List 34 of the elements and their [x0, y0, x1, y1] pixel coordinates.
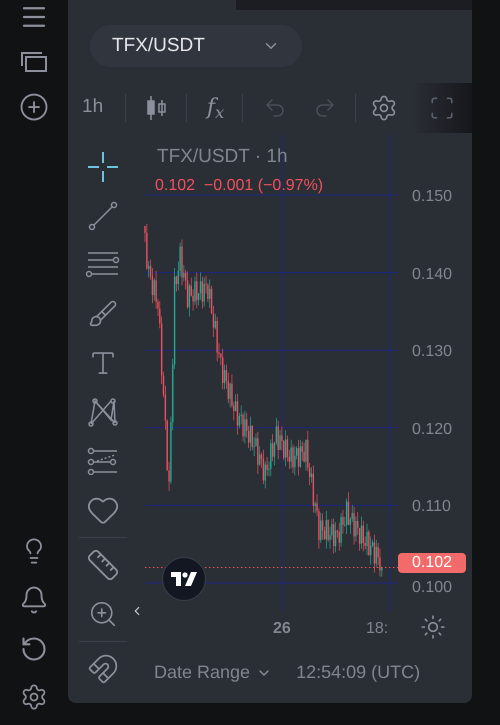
magnet-icon	[87, 653, 119, 685]
sun-icon[interactable]	[420, 614, 446, 640]
interval-button[interactable]: 1h	[82, 93, 106, 122]
logo-icon	[171, 572, 197, 586]
date-range-button[interactable]: Date Range	[154, 659, 272, 686]
brush-icon	[88, 299, 118, 329]
time-label: 26	[273, 619, 291, 639]
clock-time: 12:54:09 (UTC)	[296, 661, 420, 684]
reset-icon[interactable]	[20, 635, 48, 663]
tradingview-logo[interactable]	[162, 557, 206, 601]
price-label: 0.130	[412, 342, 452, 362]
price-label: 0.120	[412, 420, 452, 440]
candlestick-icon[interactable]	[146, 94, 168, 120]
settings-icon[interactable]	[20, 683, 48, 711]
price-change: 0.102 −0.001 (−0.97%)	[155, 176, 324, 196]
price-label: 0.150	[412, 187, 452, 207]
ruler-icon	[86, 548, 120, 582]
symbol-selector[interactable]: TFX/USDT	[90, 25, 302, 67]
add-icon[interactable]	[19, 92, 49, 122]
price-label: 0.100	[412, 578, 452, 598]
zoom-in-icon	[88, 599, 118, 629]
indicators-button[interactable]: f$_{x}$	[206, 91, 224, 124]
windows-icon[interactable]	[20, 50, 48, 74]
pattern-icon	[87, 396, 119, 428]
price-label: 0.140	[412, 264, 452, 285]
fullscreen-icon	[429, 94, 456, 120]
horizontal-lines-icon	[86, 250, 120, 280]
forecast-lines-icon	[87, 447, 119, 475]
bell-icon[interactable]	[19, 585, 49, 615]
crosshair-icon	[86, 150, 120, 184]
trend-line-icon	[87, 200, 119, 232]
price-label: 0.110	[412, 497, 451, 518]
last-price-label: 0.102	[398, 553, 466, 573]
time-label: 18:	[366, 619, 388, 639]
